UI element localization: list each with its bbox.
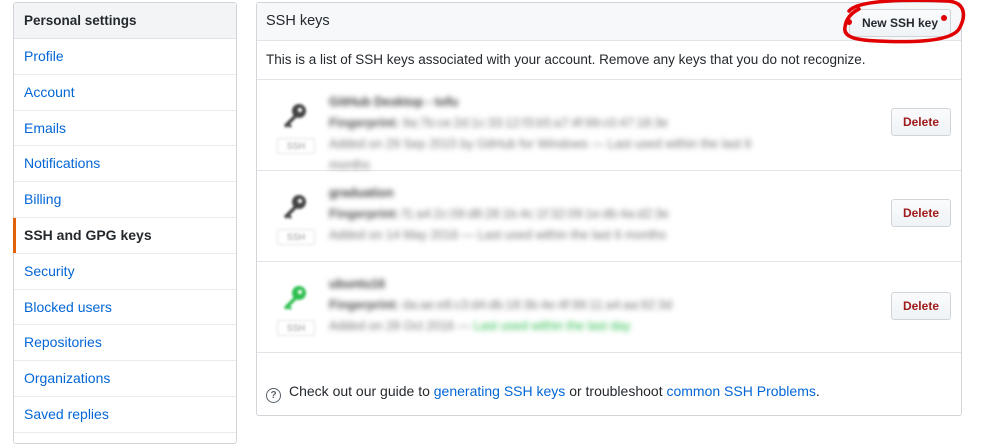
key-added-info: Added on 14 May 2016 — Last used within … [329,228,667,242]
footer-suffix: . [815,383,820,399]
key-icon [284,104,306,128]
key-title: GitHub Desktop - tofu [329,95,459,109]
key-added-date: Added on 28 Oct 2016 [329,319,455,333]
settings-sidebar: Personal settings Profile Account Emails… [13,2,237,444]
key-title: ubuntu16 [329,277,386,291]
common-ssh-problems-link[interactable]: common SSH Problems [666,383,815,399]
generating-ssh-keys-link[interactable]: generating SSH keys [434,383,566,399]
question-icon: ? [266,388,281,403]
key-title: graduation [329,186,394,200]
key-icon-green [284,286,306,310]
key-type-badge: SSH [277,138,315,154]
delete-key-button[interactable]: Delete [890,292,951,320]
sidebar-item-blocked-users[interactable]: Blocked users [14,290,236,326]
delete-key-button[interactable]: Delete [890,199,951,227]
panel-title: SSH keys [266,13,330,29]
key-icon [284,195,306,219]
panel-header: SSH keys New SSH key [257,0,966,44]
key-added-info: Added on 28 Oct 2016 — Last used within … [329,319,631,333]
footer-prefix: Check out our guide to [289,383,430,399]
key-fingerprint-line: Fingerprint: 9a:7b:ce:2d:1c:33:12:f3:b5:… [329,113,779,134]
fingerprint-value: da:ae:e8:c3:d4:db:18:3b:4e:4f:99:11:a4:a… [402,298,673,312]
sidebar-item-notifications[interactable]: Notifications [14,146,236,183]
key-fingerprint-line: Fingerprint: da:ae:e8:c3:d4:db:18:3b:4e:… [329,295,779,316]
ssh-keys-panel: SSH keys New SSH key This is a list of S… [256,0,966,416]
ssh-key-row: SSH GitHub Desktop - tofu Fingerprint: 9… [257,80,961,172]
fingerprint-value: f1:a4:2c:09:d8:28:1b:4c:1f:32:09:1e:db:4… [402,207,669,221]
sidebar-item-emails[interactable]: Emails [14,111,236,147]
key-last-used: Last used within the last day [473,319,631,333]
sidebar-item-profile[interactable]: Profile [14,39,236,75]
ssh-key-row: SSH graduation Fingerprint: f1:a4:2c:09:… [257,171,961,262]
sidebar-item-organizations[interactable]: Organizations [14,361,236,397]
ssh-key-row: SSH ubuntu16 Fingerprint: da:ae:e8:c3:d4… [257,262,961,353]
key-type-badge: SSH [277,320,315,336]
fingerprint-label: Fingerprint: [329,207,400,221]
sidebar-item-repositories[interactable]: Repositories [14,325,236,362]
delete-key-button[interactable]: Delete [890,108,951,136]
new-ssh-key-button[interactable]: New SSH key [848,9,951,37]
key-details: graduation Fingerprint: f1:a4:2c:09:d8:2… [329,183,779,246]
key-details: GitHub Desktop - tofu Fingerprint: 9a:7b… [329,92,779,176]
key-fingerprint-line: Fingerprint: f1:a4:2c:09:d8:28:1b:4c:1f:… [329,204,779,225]
key-details: ubuntu16 Fingerprint: da:ae:e8:c3:d4:db:… [329,274,779,337]
footer-middle: or troubleshoot [569,383,663,399]
ssh-key-list: SSH GitHub Desktop - tofu Fingerprint: 9… [257,80,961,353]
fingerprint-value: 9a:7b:ce:2d:1c:33:12:f3:b5:a7:4f:99:c0:4… [402,116,669,130]
sidebar-item-saved-replies[interactable]: Saved replies [14,397,236,433]
sidebar-item-security[interactable]: Security [14,254,236,290]
fingerprint-label: Fingerprint: [329,298,400,312]
help-footer: ? Check out our guide to generating SSH k… [257,376,961,406]
sidebar-item-ssh-gpg-keys[interactable]: SSH and GPG keys [13,217,236,254]
fingerprint-label: Fingerprint: [329,116,400,130]
key-added-info: Added on 29 Sep 2015 by GitHub for Windo… [329,137,752,172]
key-type-badge: SSH [277,229,315,245]
intro-text: This is a list of SSH keys associated wi… [257,41,961,80]
sidebar-item-billing[interactable]: Billing [14,182,236,218]
sidebar-header: Personal settings [14,3,236,39]
sidebar-item-account[interactable]: Account [14,75,236,111]
